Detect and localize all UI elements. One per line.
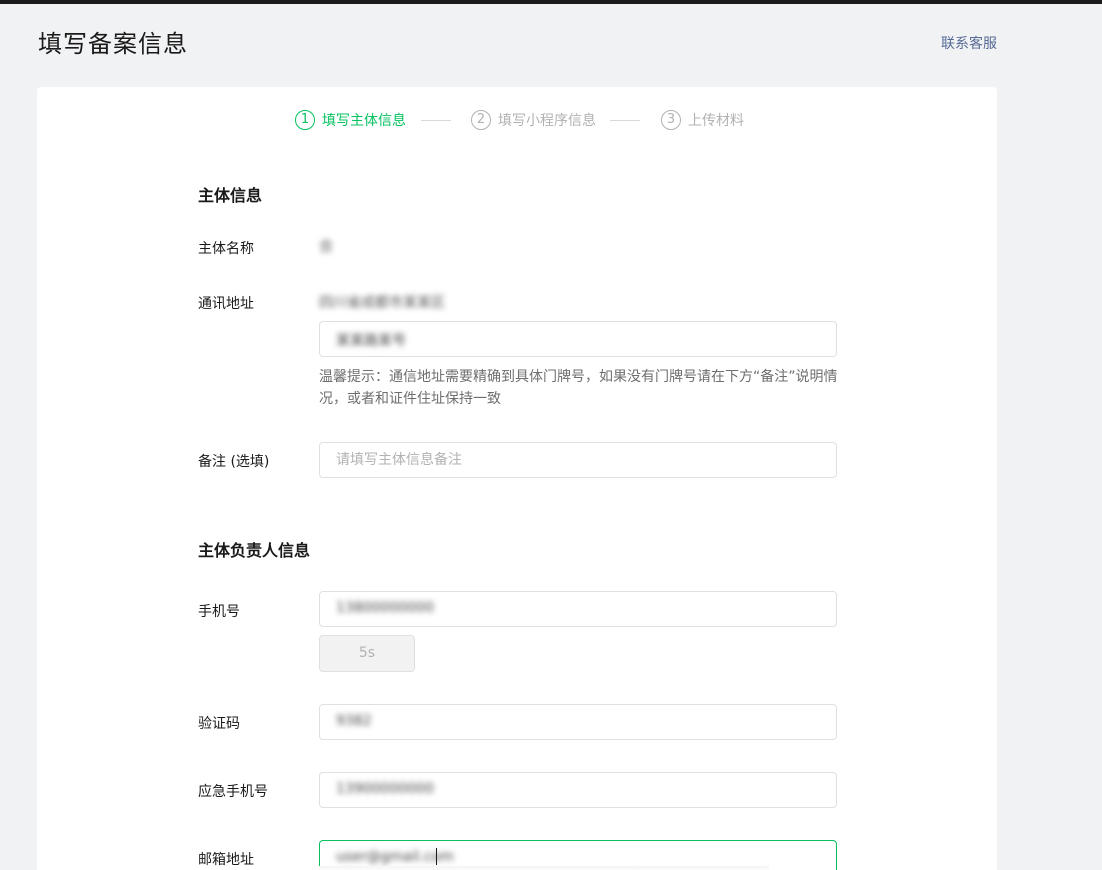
step-divider [610,120,640,121]
address-region-value: 四川省成都市某某区 [319,295,445,311]
subject-section-title: 主体信息 [198,186,263,205]
step-label: 填写主体信息 [322,113,406,129]
page-title: 填写备案信息 [38,30,188,58]
phone-label: 手机号 [198,604,240,620]
step-label: 上传材料 [688,113,744,129]
step-divider [421,120,451,121]
verification-code-label: 验证码 [198,716,240,732]
step-number: 2 [471,110,491,130]
address-detail-value: 某某路某号 [336,333,406,349]
top-bar [0,0,1102,4]
step-indicator: 1 填写主体信息 2 填写小程序信息 3 上传材料 [0,110,1102,132]
emergency-phone-value: 13900000000 [336,781,434,797]
subject-name-value: 合 [319,239,333,255]
address-hint: 温馨提示：通信地址需要精确到具体门牌号，如果没有门牌号请在下方“备注”说明情况，… [319,369,838,407]
remark-input[interactable] [319,442,837,478]
verification-code-field[interactable] [319,704,837,740]
step-fill-subject[interactable]: 1 填写主体信息 [295,110,406,130]
step-fill-miniprogram[interactable]: 2 填写小程序信息 [471,110,596,130]
emergency-phone-label: 应急手机号 [198,784,268,800]
step-number: 1 [295,110,315,130]
step-label: 填写小程序信息 [498,113,596,129]
verification-code-value: 9382 [336,713,372,729]
owner-section-title: 主体负责人信息 [198,541,311,560]
remark-label: 备注 (选填) [198,454,270,470]
contact-service-link[interactable]: 联系客服 [941,33,997,53]
phone-value: 13800000000 [336,600,434,616]
subject-name-label: 主体名称 [198,241,254,257]
step-number: 3 [661,110,681,130]
send-code-countdown-button[interactable]: 5s [319,635,415,672]
text-caret [436,848,437,865]
step-upload-materials[interactable]: 3 上传材料 [661,110,744,130]
form-card [37,87,997,870]
email-label: 邮箱地址 [198,852,254,868]
autocomplete-dropdown-edge [319,866,769,870]
address-label: 通讯地址 [198,296,254,312]
